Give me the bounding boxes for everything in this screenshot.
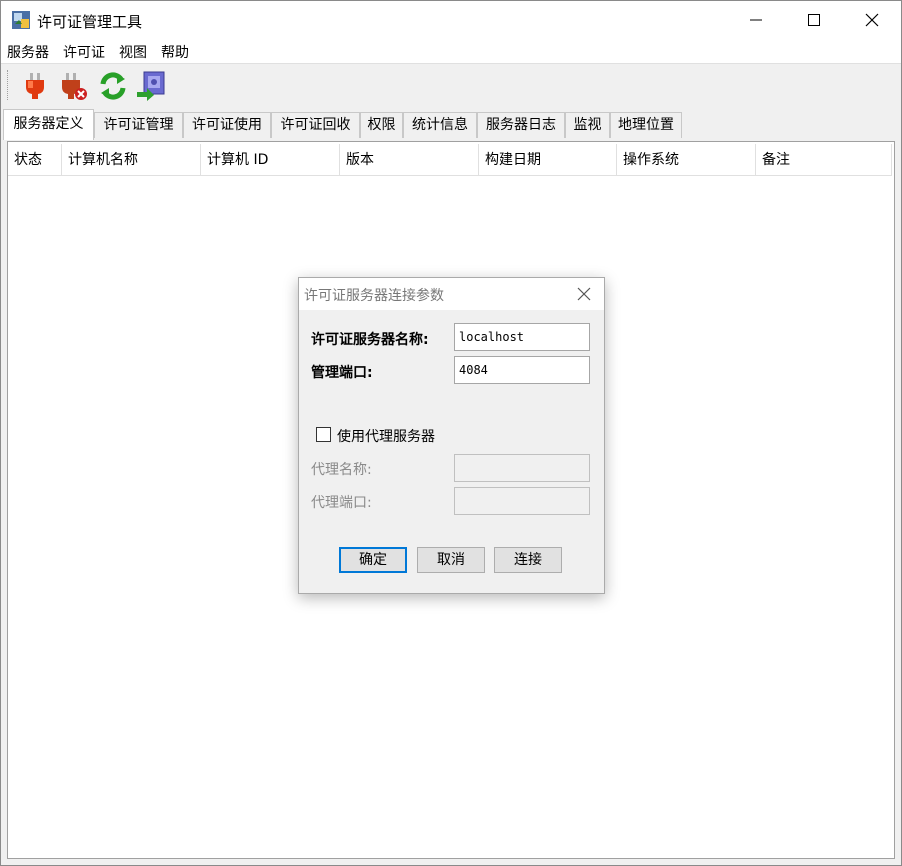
cancel-button[interactable]: 取消 xyxy=(417,547,485,573)
port-label: 管理端口: xyxy=(311,365,373,381)
minimize-icon xyxy=(750,19,762,21)
refresh-button[interactable] xyxy=(97,70,129,102)
menu-license[interactable]: 许可证 xyxy=(63,42,105,62)
column-header-computer-name[interactable]: 计算机名称 xyxy=(62,144,201,176)
maximize-button[interactable] xyxy=(785,1,843,39)
connection-dialog: 许可证服务器连接参数 许可证服务器名称: localhost 管理端口: 408… xyxy=(298,277,605,594)
tab-server-log[interactable]: 服务器日志 xyxy=(477,112,565,138)
menu-help[interactable]: 帮助 xyxy=(161,42,189,62)
column-header-build-date[interactable]: 构建日期 xyxy=(479,144,617,176)
title-bar: 许可证管理工具 xyxy=(1,1,901,39)
column-header-status[interactable]: 状态 xyxy=(8,144,62,176)
export-button[interactable] xyxy=(135,70,167,102)
tab-license-usage[interactable]: 许可证使用 xyxy=(183,112,271,138)
tab-license-recovery[interactable]: 许可证回收 xyxy=(271,112,360,138)
toolbar-grip[interactable] xyxy=(7,70,10,100)
proxy-name-label: 代理名称: xyxy=(311,462,372,478)
server-name-input[interactable]: localhost xyxy=(454,323,590,351)
menu-bar: 服务器 许可证 视图 帮助 xyxy=(1,39,901,63)
menu-server[interactable]: 服务器 xyxy=(7,42,49,62)
connect-dialog-button[interactable]: 连接 xyxy=(494,547,562,573)
use-proxy-checkbox[interactable] xyxy=(316,427,331,442)
plug-connect-icon xyxy=(26,73,44,99)
menu-view[interactable]: 视图 xyxy=(119,42,147,62)
close-button[interactable] xyxy=(843,1,901,39)
tab-server-definition[interactable]: 服务器定义 xyxy=(3,109,94,140)
close-icon xyxy=(865,13,879,27)
app-icon xyxy=(12,11,30,29)
tab-monitor[interactable]: 监视 xyxy=(565,112,610,138)
export-icon xyxy=(137,71,165,101)
refresh-icon xyxy=(100,72,126,100)
toolbar xyxy=(1,63,901,108)
column-header-notes[interactable]: 备注 xyxy=(756,144,892,176)
tab-statistics[interactable]: 统计信息 xyxy=(403,112,477,138)
tab-strip: 服务器定义 许可证管理 许可证使用 许可证回收 权限 统计信息 服务器日志 监视… xyxy=(1,109,901,140)
use-proxy-label[interactable]: 使用代理服务器 xyxy=(337,426,435,446)
connect-button[interactable] xyxy=(19,70,51,102)
close-icon xyxy=(577,287,591,301)
proxy-port-label: 代理端口: xyxy=(311,495,372,511)
server-name-label: 许可证服务器名称: xyxy=(311,332,429,348)
disconnect-button[interactable] xyxy=(57,70,89,102)
port-input[interactable]: 4084 xyxy=(454,356,590,384)
column-header-computer-id[interactable]: 计算机 ID xyxy=(201,144,340,176)
column-header-os[interactable]: 操作系统 xyxy=(617,144,756,176)
maximize-icon xyxy=(808,14,820,26)
plug-disconnect-icon xyxy=(62,73,87,100)
ok-button[interactable]: 确定 xyxy=(339,547,407,573)
dialog-close-button[interactable] xyxy=(572,282,596,306)
dialog-title-bar: 许可证服务器连接参数 xyxy=(299,278,604,310)
proxy-name-input[interactable] xyxy=(454,454,590,482)
tab-permissions[interactable]: 权限 xyxy=(360,112,403,138)
tab-license-management[interactable]: 许可证管理 xyxy=(94,112,183,138)
dialog-title: 许可证服务器连接参数 xyxy=(304,288,444,304)
window-title: 许可证管理工具 xyxy=(37,13,143,31)
minimize-button[interactable] xyxy=(727,1,785,39)
column-header-version[interactable]: 版本 xyxy=(340,144,479,176)
proxy-port-input[interactable] xyxy=(454,487,590,515)
tab-geolocation[interactable]: 地理位置 xyxy=(610,112,682,138)
